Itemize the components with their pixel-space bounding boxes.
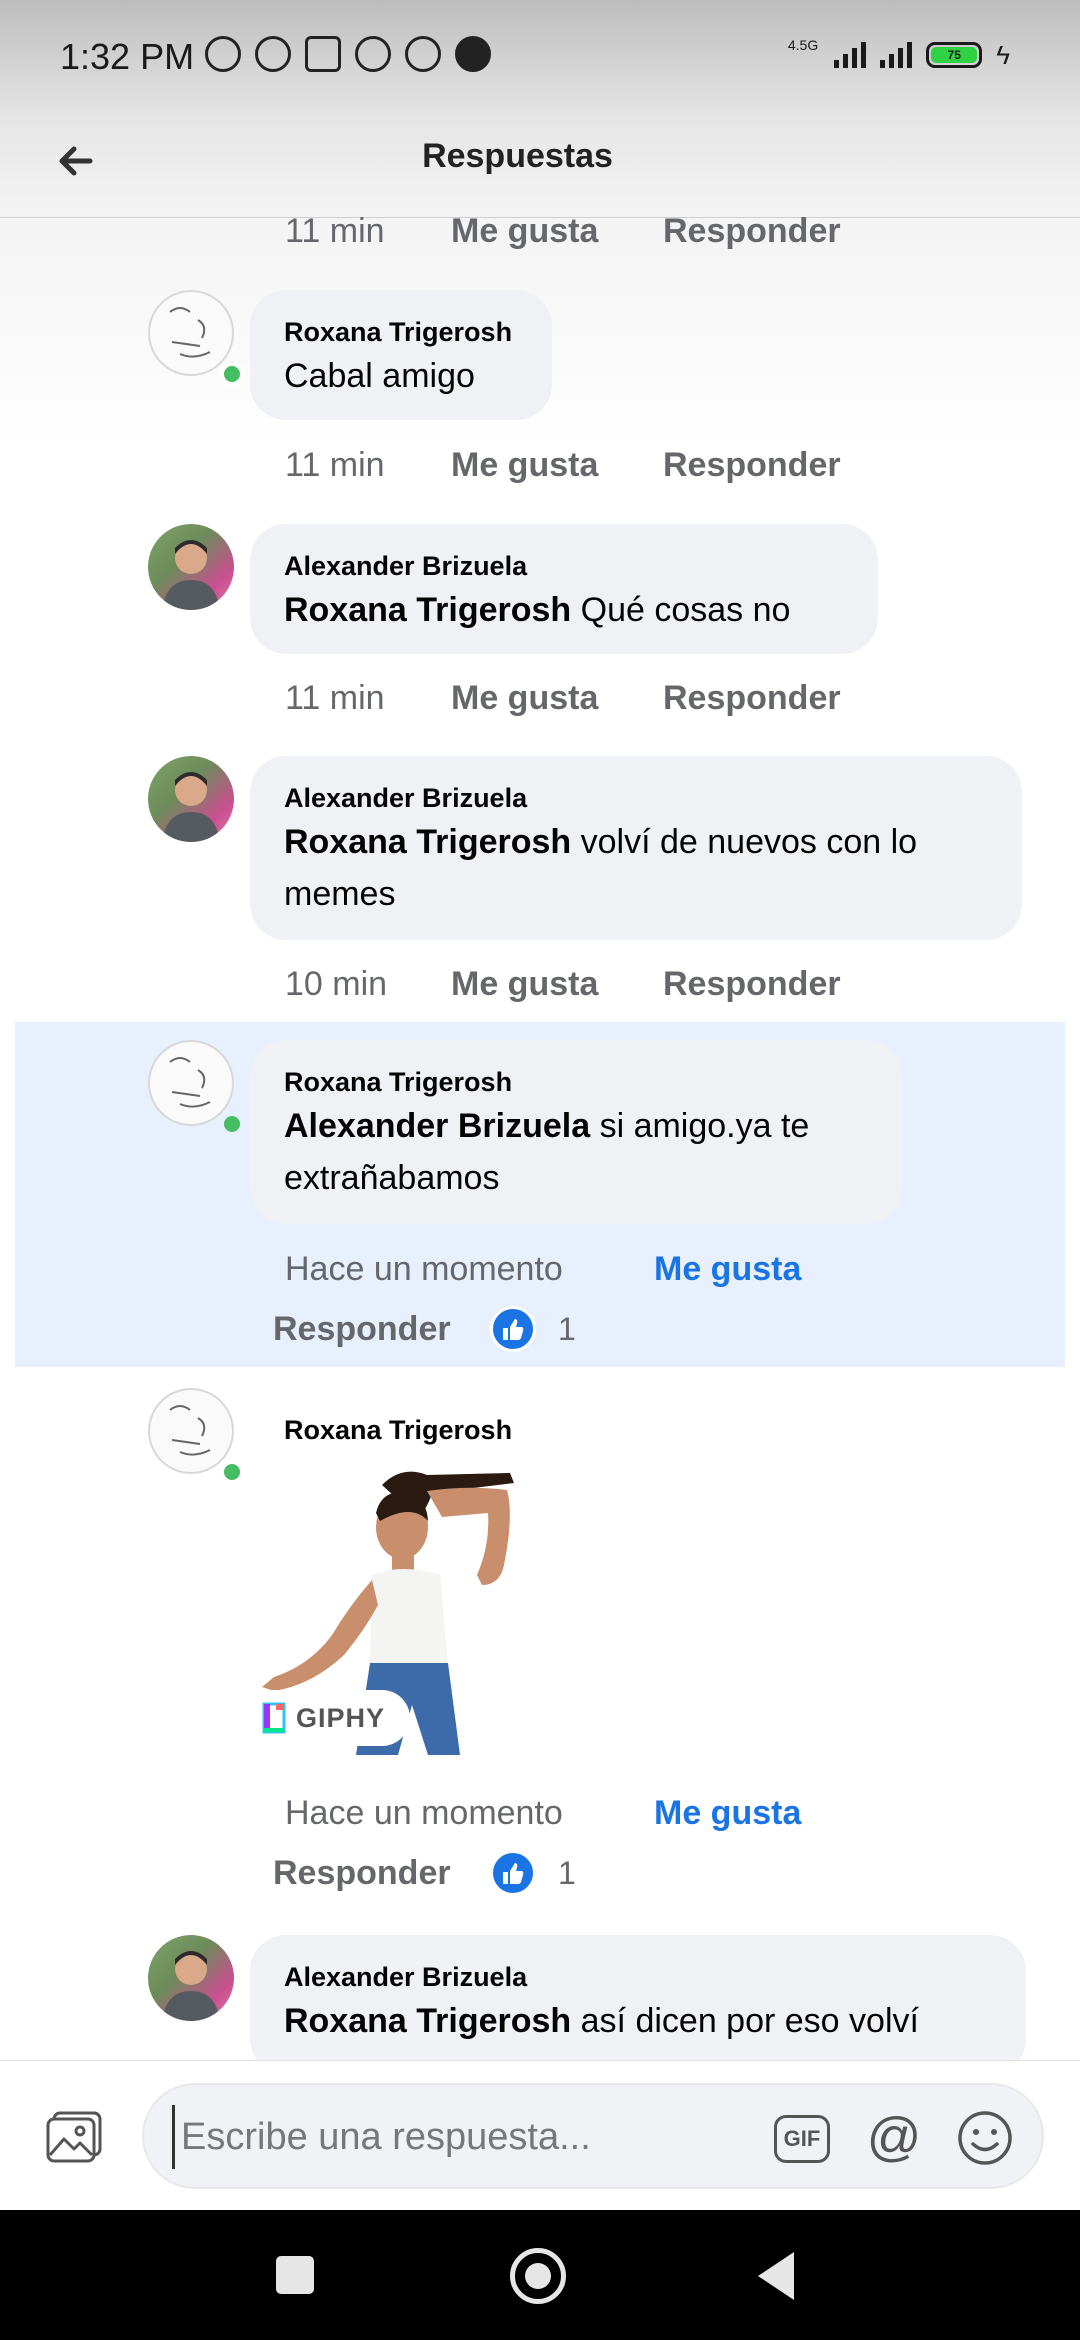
reply-button[interactable]: Responder bbox=[273, 1310, 451, 1349]
comment-time: 11 min bbox=[285, 212, 385, 250]
avatar[interactable] bbox=[148, 756, 234, 842]
photo-icon[interactable] bbox=[44, 2109, 106, 2165]
avatar[interactable] bbox=[148, 524, 234, 610]
comment-time: 11 min bbox=[285, 679, 385, 717]
giphy-logo-icon bbox=[262, 1702, 286, 1734]
network-type-label: 4.5G bbox=[787, 37, 819, 53]
comment-time: Hace un momento bbox=[285, 1794, 563, 1832]
battery-level: 75 bbox=[931, 47, 978, 63]
nfc-icon bbox=[305, 36, 341, 72]
comment-body: así dicen por eso volví bbox=[571, 2002, 919, 2040]
alarm-icon bbox=[255, 36, 291, 72]
comment-bubble[interactable]: Roxana Trigerosh Alexander Brizuela si a… bbox=[250, 1040, 902, 1224]
comment-body: volví de nuevos con lo bbox=[571, 823, 918, 861]
reply-button[interactable]: Responder bbox=[663, 679, 841, 718]
signal-icon bbox=[880, 38, 913, 68]
comment-bubble[interactable]: Alexander Brizuela Roxana Trigerosh así … bbox=[250, 1935, 1026, 2075]
reply-input[interactable] bbox=[172, 2105, 741, 2169]
reply-button[interactable]: Responder bbox=[273, 1854, 451, 1893]
like-button[interactable]: Me gusta bbox=[451, 446, 598, 485]
comment-author[interactable]: Alexander Brizuela bbox=[284, 782, 990, 814]
mention-link[interactable]: Roxana Trigerosh bbox=[284, 2002, 571, 2040]
comment-author[interactable]: Roxana Trigerosh bbox=[284, 316, 520, 348]
facebook-icon bbox=[405, 36, 441, 72]
comment-time: 10 min bbox=[285, 965, 388, 1003]
comment-body: si amigo.ya te bbox=[590, 1107, 810, 1145]
like-count: 1 bbox=[558, 1855, 576, 1891]
comment-author[interactable]: Roxana Trigerosh bbox=[284, 1414, 512, 1446]
comment-author[interactable]: Alexander Brizuela bbox=[284, 550, 846, 582]
online-indicator bbox=[220, 1460, 244, 1484]
mention-link[interactable]: Roxana Trigerosh bbox=[284, 591, 571, 629]
comment-text: Roxana Trigerosh así dicen por eso volví bbox=[284, 1995, 994, 2047]
page-title: Respuestas bbox=[422, 137, 613, 175]
online-indicator bbox=[220, 362, 244, 386]
like-button[interactable]: Me gusta bbox=[451, 212, 598, 251]
reply-button[interactable]: Responder bbox=[663, 446, 841, 485]
like-reaction-icon[interactable] bbox=[490, 1850, 536, 1896]
comment-text: Alexander Brizuela si amigo.ya te extraña… bbox=[284, 1100, 870, 1204]
back-button[interactable] bbox=[758, 2252, 794, 2300]
like-button[interactable]: Me gusta bbox=[654, 1794, 801, 1833]
like-count: 1 bbox=[558, 1311, 576, 1347]
like-button[interactable]: Me gusta bbox=[654, 1250, 801, 1289]
mention-button[interactable]: @ bbox=[862, 2105, 926, 2169]
comment-time: Hace un momento bbox=[285, 1250, 563, 1288]
comment-time: 11 min bbox=[285, 446, 385, 484]
reply-button[interactable]: Responder bbox=[663, 965, 841, 1004]
battery-icon: 75 bbox=[926, 42, 983, 68]
avatar[interactable] bbox=[148, 1388, 234, 1474]
mention-link[interactable]: Roxana Trigerosh bbox=[284, 823, 571, 861]
comment-body: memes bbox=[284, 875, 396, 913]
facebook-icon bbox=[455, 36, 491, 72]
mention-link[interactable]: Alexander Brizuela bbox=[284, 1107, 590, 1145]
gif-button[interactable]: GIF bbox=[774, 2115, 830, 2163]
avatar[interactable] bbox=[148, 1040, 234, 1126]
home-button[interactable] bbox=[510, 2248, 566, 2304]
notification-icons bbox=[205, 36, 491, 72]
comment-text: Roxana Trigerosh volví de nuevos con lo m… bbox=[284, 816, 990, 920]
recents-button[interactable] bbox=[276, 2256, 314, 2294]
avatar[interactable] bbox=[148, 290, 234, 376]
signal-icon bbox=[834, 38, 867, 68]
status-bar: 1:32 PM 4.5G 75 ϟ bbox=[0, 0, 1080, 115]
comment-bubble[interactable]: Roxana Trigerosh Cabal amigo bbox=[250, 290, 552, 420]
reply-button[interactable]: Responder bbox=[663, 212, 841, 251]
charging-icon: ϟ bbox=[996, 40, 1010, 70]
giphy-attribution: GIPHY bbox=[248, 1690, 410, 1746]
home-icon bbox=[525, 2263, 551, 2289]
reply-input-container: GIF @ bbox=[142, 2083, 1044, 2189]
header: Respuestas bbox=[0, 115, 1080, 220]
comment-bubble[interactable]: Alexander Brizuela Roxana Trigerosh volv… bbox=[250, 756, 1022, 940]
comment-author[interactable]: Alexander Brizuela bbox=[284, 1961, 994, 1993]
comment-body: Qué cosas no bbox=[571, 591, 791, 629]
comment-text: Cabal amigo bbox=[284, 357, 475, 395]
comment-author[interactable]: Roxana Trigerosh bbox=[284, 1066, 870, 1098]
status-time: 1:32 PM bbox=[60, 36, 195, 77]
comment-bubble[interactable]: Alexander Brizuela Roxana Trigerosh Qué … bbox=[250, 524, 878, 654]
like-reaction-icon[interactable] bbox=[490, 1306, 536, 1352]
system-navigation-bar bbox=[0, 2210, 1080, 2340]
like-button[interactable]: Me gusta bbox=[451, 965, 598, 1004]
like-button[interactable]: Me gusta bbox=[451, 679, 598, 718]
whatsapp-icon bbox=[355, 36, 391, 72]
avatar[interactable] bbox=[148, 1935, 234, 2021]
mute-icon bbox=[205, 36, 241, 72]
system-indicators: 4.5G 75 ϟ bbox=[788, 38, 1010, 68]
online-indicator bbox=[220, 1112, 244, 1136]
comment-text: Roxana Trigerosh Qué cosas no bbox=[284, 584, 846, 636]
giphy-label: GIPHY bbox=[296, 1702, 386, 1733]
emoji-icon[interactable] bbox=[956, 2109, 1014, 2167]
reply-composer: GIF @ bbox=[0, 2060, 1080, 2211]
comment-body: extrañabamos bbox=[284, 1159, 500, 1197]
